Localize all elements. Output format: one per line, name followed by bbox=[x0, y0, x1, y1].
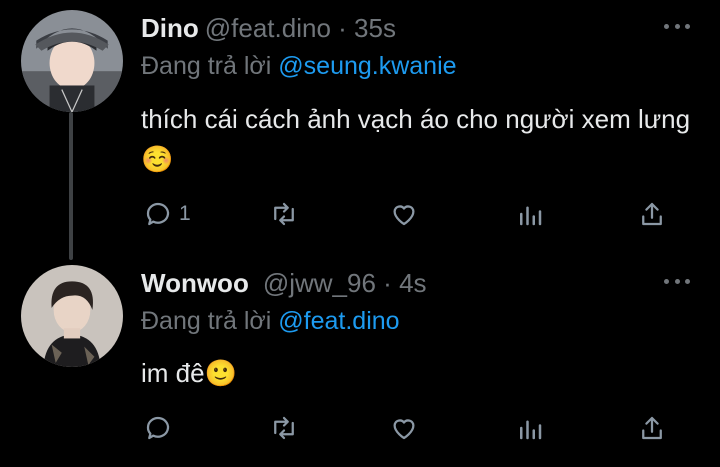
avatar-image bbox=[21, 265, 123, 367]
author-handle[interactable]: @jww_96 bbox=[263, 268, 376, 298]
more-options-icon[interactable] bbox=[664, 279, 690, 285]
retweet-arrows-icon bbox=[274, 202, 294, 226]
separator: · bbox=[338, 13, 347, 43]
heart-outline-icon bbox=[393, 419, 415, 440]
tweet-text: im đê🙂 bbox=[141, 358, 237, 388]
separator: · bbox=[383, 268, 392, 298]
author-handle[interactable]: @feat.dino bbox=[205, 13, 331, 43]
like-button[interactable] bbox=[389, 196, 419, 232]
reply-button[interactable] bbox=[143, 410, 179, 446]
action-bar: 1 bbox=[141, 196, 681, 232]
tweet-header: Dino @feat.dino · 35s bbox=[141, 13, 396, 44]
thread-line bbox=[69, 112, 73, 260]
author-name[interactable]: Dino bbox=[141, 13, 199, 43]
author-name[interactable]: Wonwoo bbox=[141, 268, 249, 298]
avatar[interactable] bbox=[21, 10, 123, 112]
speech-bubble-icon bbox=[146, 416, 170, 440]
replying-to: Đang trả lời @seung.kwanie bbox=[141, 52, 457, 81]
timestamp[interactable]: 35s bbox=[354, 13, 396, 43]
tweet-text: thích cái cách ảnh vạch áo cho người xem… bbox=[141, 104, 691, 174]
timestamp[interactable]: 4s bbox=[399, 268, 426, 298]
action-bar bbox=[141, 410, 681, 446]
replying-mention[interactable]: @seung.kwanie bbox=[278, 52, 456, 80]
replying-prefix: Đang trả lời bbox=[141, 52, 279, 80]
retweet-button[interactable] bbox=[269, 410, 299, 446]
tweet-header: Wonwoo @jww_96 · 4s bbox=[141, 268, 427, 299]
avatar-image bbox=[21, 10, 123, 112]
tweet-dino[interactable]: Dino @feat.dino · 35s Đang trả lời @seung… bbox=[0, 0, 720, 260]
share-upload-icon bbox=[642, 416, 662, 440]
bar-chart-icon bbox=[520, 420, 542, 440]
retweet-arrows-icon bbox=[274, 416, 294, 440]
reply-count: 1 bbox=[179, 202, 191, 225]
replying-mention[interactable]: @feat.dino bbox=[278, 307, 399, 335]
replying-prefix: Đang trả lời bbox=[141, 307, 279, 335]
bar-chart-icon bbox=[520, 206, 542, 226]
share-button[interactable] bbox=[637, 196, 667, 232]
like-button[interactable] bbox=[389, 410, 419, 446]
heart-outline-icon bbox=[393, 205, 415, 226]
share-upload-icon bbox=[642, 202, 662, 226]
replying-to: Đang trả lời @feat.dino bbox=[141, 307, 400, 336]
avatar[interactable] bbox=[21, 265, 123, 367]
retweet-button[interactable] bbox=[269, 196, 299, 232]
share-button[interactable] bbox=[637, 410, 667, 446]
reply-button[interactable]: 1 bbox=[143, 196, 191, 232]
tweet-wonwoo[interactable]: Wonwoo @jww_96 · 4s Đang trả lời @feat.di… bbox=[0, 255, 720, 467]
speech-bubble-icon bbox=[146, 202, 170, 226]
views-button[interactable] bbox=[515, 196, 545, 232]
views-button[interactable] bbox=[515, 410, 545, 446]
more-options-icon[interactable] bbox=[664, 24, 690, 30]
